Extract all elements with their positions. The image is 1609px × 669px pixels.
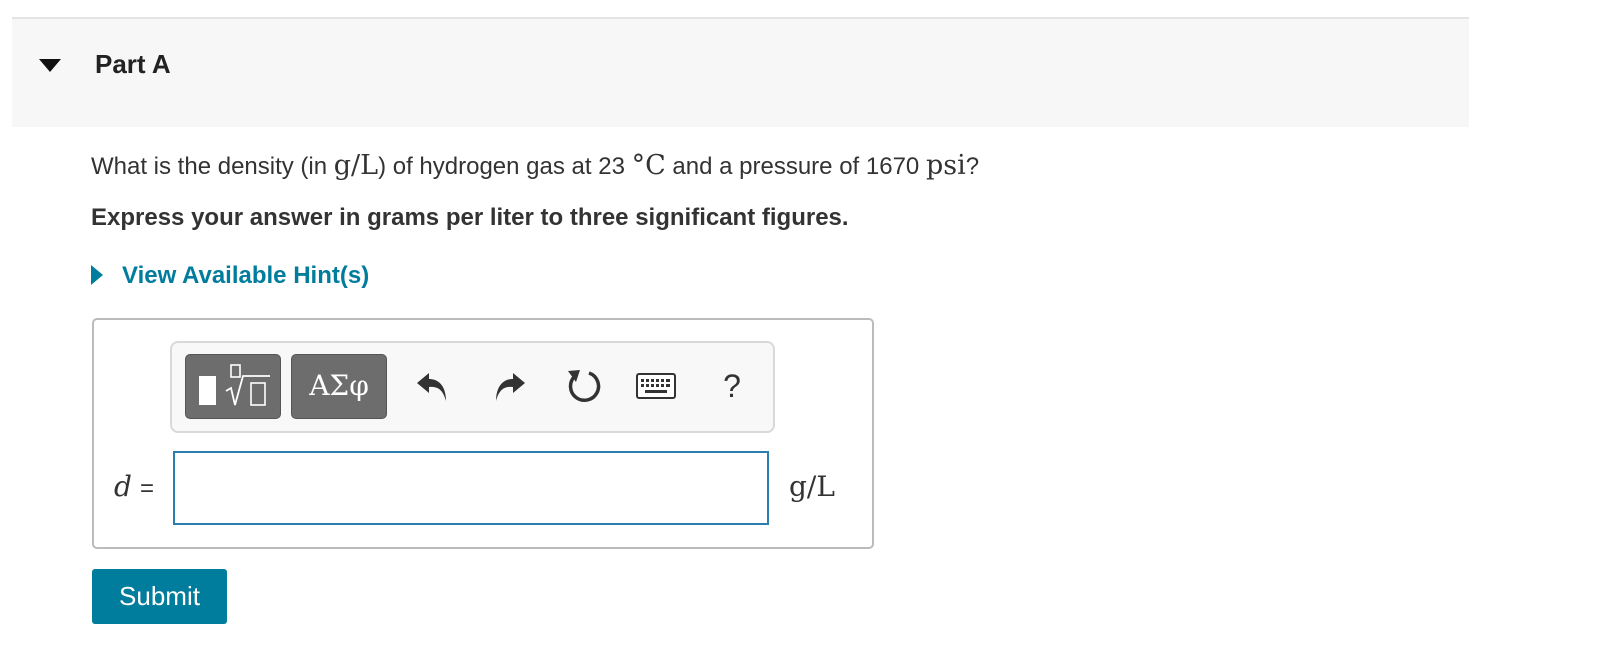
question-text-part: and a pressure of 1670 — [665, 153, 926, 180]
templates-icon — [199, 364, 270, 406]
greek-symbols-button[interactable]: ΑΣφ — [291, 354, 387, 419]
variable-name: d — [114, 470, 132, 503]
redo-button[interactable] — [488, 365, 530, 407]
question-unit-temperature: °C — [631, 150, 666, 181]
reset-icon — [568, 370, 601, 403]
question-text-part: ? — [965, 153, 980, 180]
answer-variable-label: d = — [114, 470, 154, 503]
templates-button[interactable] — [185, 354, 281, 419]
part-title: Part A — [95, 49, 171, 79]
keyboard-button[interactable] — [636, 373, 676, 399]
redo-icon — [496, 373, 525, 401]
question-text-part: ) of hydrogen gas at 23 — [378, 153, 632, 180]
math-toolbar: ΑΣφ ? — [170, 341, 775, 433]
undo-icon — [417, 373, 446, 401]
view-hints-label: View Available Hint(s) — [122, 262, 370, 289]
question-unit-density: g/L — [333, 150, 379, 181]
submit-button[interactable]: Submit — [92, 569, 227, 624]
help-button[interactable]: ? — [712, 361, 752, 411]
undo-button[interactable] — [412, 365, 454, 407]
answer-box: ΑΣφ ? d = g/L — [92, 318, 874, 549]
answer-unit-label: g/L — [789, 470, 835, 503]
expand-arrow-icon — [91, 265, 103, 285]
keyboard-icon — [636, 373, 676, 399]
part-header[interactable]: Part A — [12, 17, 1469, 127]
reset-button[interactable] — [563, 365, 605, 407]
answer-input[interactable] — [173, 451, 769, 525]
collapse-caret-icon[interactable] — [39, 59, 61, 72]
equals-sign: = — [139, 475, 154, 502]
question-unit-pressure: psi — [925, 150, 966, 181]
question-text-part: What is the density (in — [91, 153, 334, 180]
answer-instructions: Express your answer in grams per liter t… — [91, 204, 849, 231]
question-text: What is the density (in g/L) of hydrogen… — [91, 150, 979, 181]
